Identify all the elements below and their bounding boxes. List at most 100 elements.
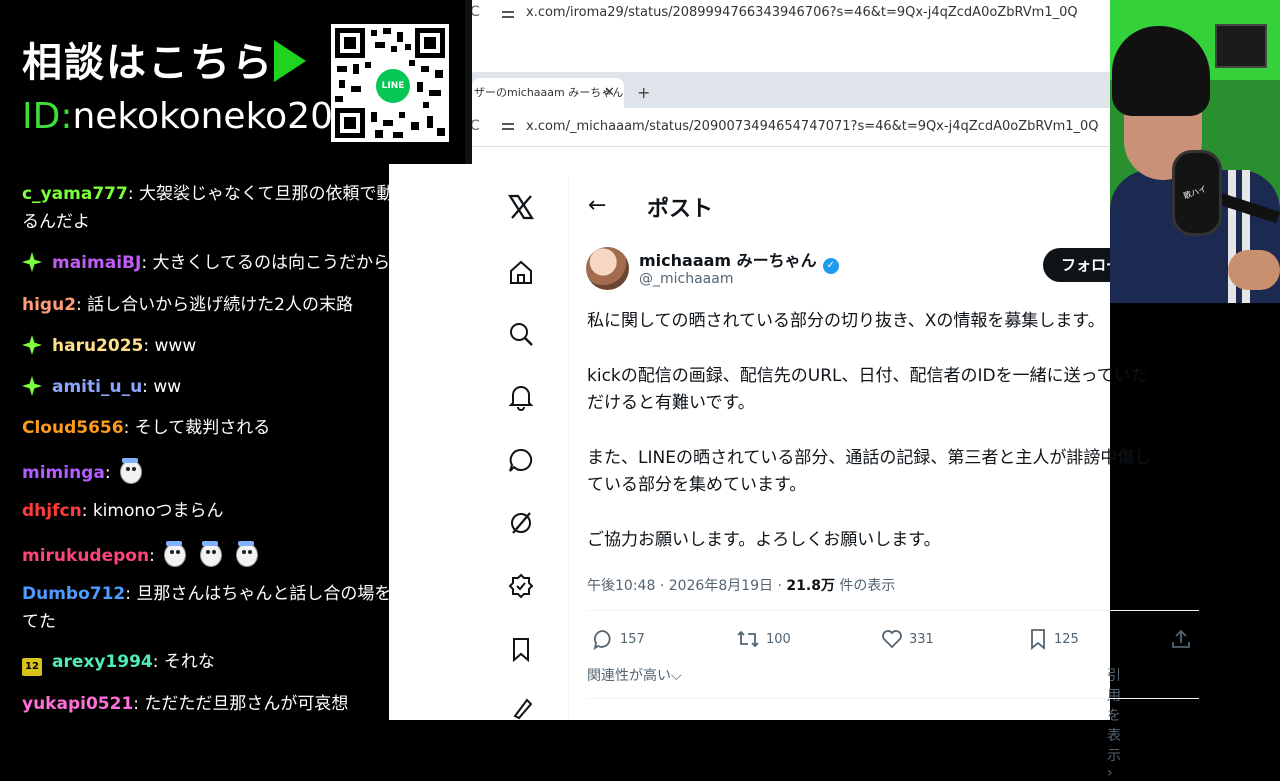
chat-separator: : <box>143 336 155 356</box>
chat-separator: : <box>133 694 145 714</box>
sparkle-badge-icon <box>22 376 42 396</box>
tweet-paragraph-4: ご協力お願いします。よろしくお願いします。 <box>587 530 941 550</box>
tweet-paragraph-3a: また、LINEの晒されている部分、通話の記録、第三者と主人が誹謗中傷し <box>587 448 1152 468</box>
chat-separator: : <box>141 253 153 273</box>
tweet-paragraph-1: 私に関しての晒されている部分の切り抜き、Xの情報を募集します。 <box>587 311 1105 331</box>
tab-close-icon[interactable]: ✕ <box>604 78 615 108</box>
like-count: 331 <box>909 631 934 647</box>
url-text-1[interactable]: x.com/iroma29/status/2089994766343946706… <box>526 5 1078 20</box>
background-monitor <box>1215 24 1267 68</box>
consultation-banner: 相談はこちら ID:nekokoneko2018 LINE <box>0 0 472 164</box>
chat-separator: : <box>152 652 164 672</box>
line-logo-icon: LINE <box>373 66 413 106</box>
browser-window: C x.com/iroma29/status/20899947663439467… <box>389 0 1199 781</box>
tweet-meta: 午後10:48 · 2026年8月19日 · 21.8万 件の表示 <box>587 575 895 595</box>
streamer-hair <box>1112 26 1210 116</box>
chat-username[interactable]: Dumbo712 <box>22 584 125 604</box>
repost-count: 100 <box>766 631 791 647</box>
chat-message: c_yama777: 大袈裟じゃなくて旦那の依頼で動 <box>22 180 389 208</box>
site-info-icon-2[interactable] <box>502 120 514 132</box>
display-name-text[interactable]: michaaam みーちゃん <box>639 251 817 270</box>
sparkle-badge-icon <box>22 335 42 355</box>
view-quotes-link[interactable]: 引用を表示 › <box>1107 665 1121 781</box>
chat-username[interactable]: haru2025 <box>52 336 143 356</box>
chat-username[interactable]: amiti_u_u <box>52 377 142 397</box>
chat-separator: : <box>127 184 139 204</box>
tweet-paragraph-2a: kickの配信の画録、配信先のURL、日付、配信者のIDを一緒に送っていた <box>587 366 1148 386</box>
chat-separator: : <box>149 546 161 566</box>
chat-username[interactable]: maimaiBJ <box>52 253 141 273</box>
chat-message: haru2025: www <box>22 332 382 360</box>
tweet-timestamp[interactable]: 午後10:48 · 2026年8月19日 · <box>587 578 786 594</box>
bookmark-button[interactable]: 125 <box>1028 628 1079 650</box>
chat-separator: : <box>104 463 116 483</box>
chat-username[interactable]: c_yama777 <box>22 184 128 204</box>
sparkle-badge-icon <box>22 252 42 272</box>
reply-button[interactable]: 157 <box>592 628 645 650</box>
chat-separator: : <box>123 418 135 438</box>
chat-message: dhjfcn: kimonoつまらん <box>22 497 382 525</box>
home-icon[interactable] <box>507 258 535 286</box>
new-tab-button[interactable]: + <box>637 78 650 108</box>
url-text-2[interactable]: x.com/_michaaam/status/20900734946547470… <box>526 119 1099 134</box>
address-bar-1[interactable]: C x.com/iroma29/status/20899947663439467… <box>470 0 1110 28</box>
banner-title: 相談はこちら <box>22 40 274 86</box>
chat-text: kimonoつまらん <box>92 501 224 521</box>
repost-button[interactable]: 100 <box>736 628 791 650</box>
search-icon[interactable] <box>507 320 535 348</box>
chat-message: amiti_u_u: ww <box>22 373 382 401</box>
banner-id: ID:nekokoneko2018 <box>22 96 379 137</box>
divider-2 <box>587 698 1199 699</box>
chat-username[interactable]: higu2 <box>22 295 76 315</box>
penguin-emote-icon <box>196 539 224 569</box>
reply-sort-dropdown[interactable]: 関連性が高い⌵ <box>587 665 682 685</box>
tweet-paragraph-2b: だけると有難いです。 <box>587 393 755 413</box>
heart-icon <box>882 630 902 649</box>
tab-strip: ザーのmichaaam みーちゃんさ ✕ + <box>472 72 1110 108</box>
display-name[interactable]: michaaam みーちゃん ✓ <box>639 247 839 274</box>
chat-message: miminga: <box>22 456 382 487</box>
chat-username[interactable]: dhjfcn <box>22 501 82 521</box>
tab-title: ザーのmichaaam みーちゃんさ <box>474 86 624 99</box>
chat-username[interactable]: arexy1994 <box>52 652 153 672</box>
chat-separator: : <box>81 501 93 521</box>
notifications-bell-icon[interactable] <box>507 383 535 411</box>
tab-active[interactable]: ザーのmichaaam みーちゃんさ <box>472 78 624 108</box>
chat-text: 旦那さんはちゃんと話し合の場を <box>136 584 389 604</box>
views-label: 件の表示 <box>834 578 896 594</box>
chat-message: Cloud5656: そして裁判される <box>22 414 382 442</box>
chat-text: ただただ旦那さんが可哀想 <box>144 694 349 714</box>
chat-text: 大きくしてるのは向こうだから <box>152 253 389 273</box>
user-handle[interactable]: @_michaaam <box>639 271 733 287</box>
line-qr-code: LINE <box>331 24 449 142</box>
chat-text: www <box>154 336 197 356</box>
verified-orgs-icon[interactable] <box>507 572 535 600</box>
play-triangle-icon <box>274 40 306 82</box>
grok-icon[interactable] <box>507 509 535 537</box>
avatar[interactable] <box>586 247 629 290</box>
chat-separator: : <box>142 377 154 397</box>
bookmark-icon <box>1031 629 1045 650</box>
back-arrow-icon[interactable]: ← <box>588 193 606 218</box>
verified-badge-icon: ✓ <box>822 258 839 274</box>
messages-icon[interactable] <box>507 446 535 474</box>
like-button[interactable]: 331 <box>881 628 934 650</box>
reply-icon <box>593 630 611 650</box>
chat-separator: : <box>125 584 137 604</box>
chat-username[interactable]: mirukudepon <box>22 546 149 566</box>
chat-message: mirukudepon: <box>22 539 382 570</box>
chat-username[interactable]: Cloud5656 <box>22 418 124 438</box>
chat-username[interactable]: yukapi0521 <box>22 694 133 714</box>
bookmarks-icon[interactable] <box>507 635 535 663</box>
chat-message: 12 arexy1994: それな <box>22 648 382 676</box>
divider <box>587 610 1199 611</box>
penguin-emote-icon <box>232 539 260 569</box>
x-logo-icon[interactable] <box>507 193 535 221</box>
share-button[interactable] <box>1170 628 1192 650</box>
address-bar-2[interactable]: C x.com/_michaaam/status/209007349465474… <box>470 108 1110 147</box>
streamer-webcam: 歌ハイ <box>1110 0 1280 303</box>
column-divider <box>568 178 569 720</box>
chat-text: それな <box>163 652 215 672</box>
site-info-icon[interactable] <box>502 8 514 20</box>
chat-username[interactable]: miminga <box>22 463 105 483</box>
